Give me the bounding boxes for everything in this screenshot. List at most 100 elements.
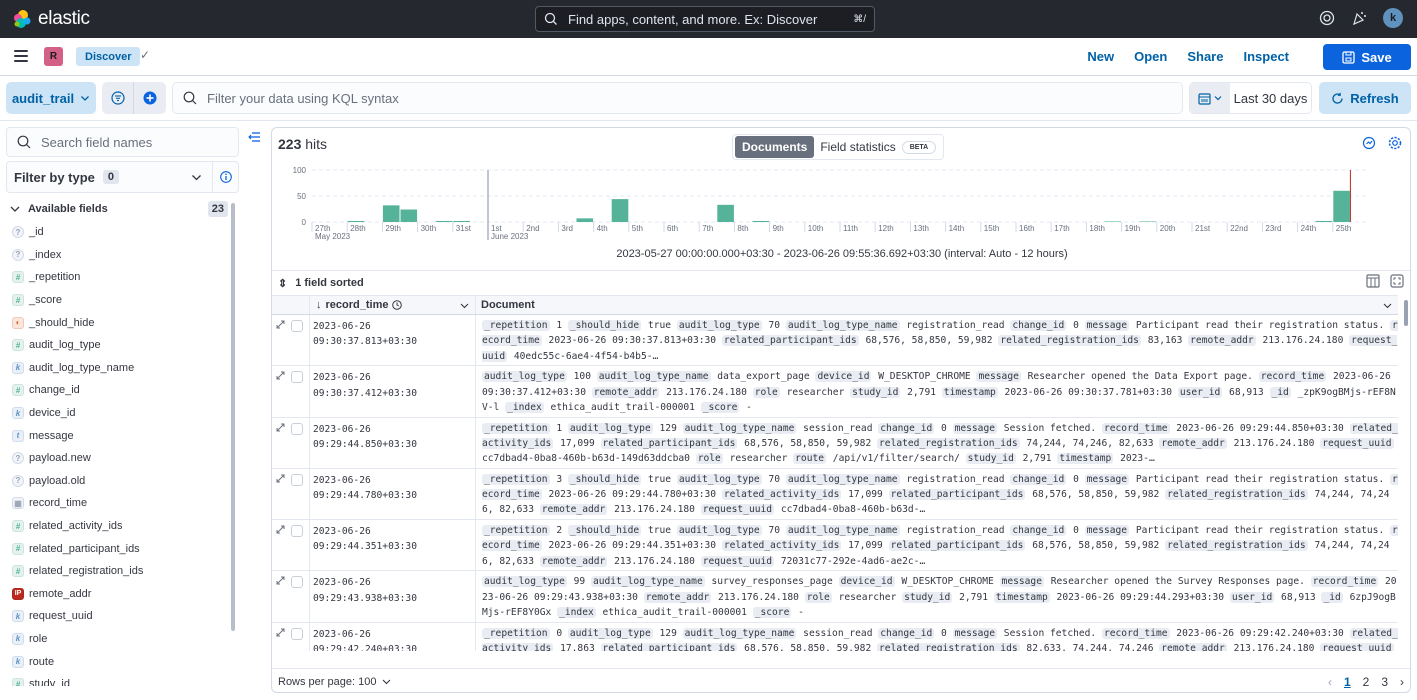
reset-chart-icon[interactable] <box>1362 136 1376 150</box>
chevron-down-icon[interactable] <box>460 301 469 310</box>
sort-control[interactable]: ⇕ 1 field sorted <box>272 270 1410 295</box>
row-checkbox[interactable] <box>291 576 303 589</box>
date-range-value[interactable]: Last 30 days <box>1230 83 1311 113</box>
space-avatar[interactable]: R <box>44 47 63 66</box>
field-item[interactable]: ? payload.old <box>12 470 227 493</box>
tab-field-statistics[interactable]: Field statistics <box>814 140 901 154</box>
histogram-chart[interactable]: 05010027th 28th 29th 30th 31st 1st 2nd 3rd 4th 5t… <box>272 158 1411 248</box>
available-fields-header[interactable]: Available fields 23 <box>10 201 228 217</box>
page-3-button[interactable]: 3 <box>1381 675 1388 689</box>
table-row[interactable]: 2023-06-26 09:29:44.351+03:30 _repetition … <box>272 520 1398 572</box>
help-icon[interactable] <box>1319 10 1335 26</box>
expand-icon[interactable] <box>276 576 285 585</box>
page-2-button[interactable]: 2 <box>1363 675 1370 689</box>
histogram-bar[interactable] <box>1315 220 1333 222</box>
new-button[interactable]: New <box>1087 49 1114 64</box>
field-item[interactable]: # related_participant_ids <box>12 537 227 560</box>
table-row[interactable]: 2023-06-26 09:30:37.412+03:30 audit_log_ty… <box>272 366 1398 418</box>
field-item[interactable]: # related_activity_ids <box>12 515 227 538</box>
field-item[interactable]: IP remote_addr <box>12 583 227 606</box>
date-picker[interactable]: Last 30 days <box>1189 82 1312 114</box>
field-item[interactable]: k role <box>12 628 227 651</box>
fullscreen-icon[interactable] <box>1390 274 1404 288</box>
open-button[interactable]: Open <box>1134 49 1167 64</box>
histogram-bar[interactable] <box>576 218 594 222</box>
field-item[interactable]: ▦ record_time <box>12 492 227 515</box>
field-item[interactable]: ? _id <box>12 221 227 244</box>
info-button[interactable] <box>212 162 238 192</box>
field-item[interactable]: # related_registration_ids <box>12 560 227 583</box>
expand-icon[interactable] <box>276 320 285 329</box>
column-header-document[interactable]: Document <box>476 296 1398 314</box>
histogram-bar[interactable] <box>453 220 470 222</box>
sidebar-scrollbar[interactable] <box>231 203 235 631</box>
table-row[interactable]: 2023-06-26 09:29:42.240+03:30 _repetition … <box>272 622 1398 651</box>
column-header-record-time[interactable]: ↓ record_time <box>310 296 476 314</box>
histogram-bar[interactable] <box>1139 221 1157 222</box>
table-row[interactable]: 2023-06-26 09:30:37.813+03:30 _repetition … <box>272 315 1398 367</box>
field-item[interactable]: # change_id <box>12 379 227 402</box>
histogram-bar[interactable] <box>1333 190 1350 222</box>
global-search-input[interactable]: Find apps, content, and more. Ex: Discov… <box>535 6 875 32</box>
histogram-bar[interactable] <box>752 220 770 222</box>
row-checkbox[interactable] <box>291 320 303 332</box>
filter-by-type[interactable]: Filter by type 0 <box>6 161 239 193</box>
chevron-down-icon[interactable] <box>382 677 391 686</box>
field-item[interactable]: # _repetition <box>12 266 227 289</box>
inspect-button[interactable]: Inspect <box>1243 49 1289 64</box>
quick-select-button[interactable] <box>1190 83 1230 113</box>
news-feed-icon[interactable] <box>1351 10 1367 26</box>
table-row[interactable]: 2023-06-26 09:29:43.938+03:30 audit_log_ty… <box>272 571 1398 623</box>
expand-icon[interactable] <box>276 628 285 637</box>
histogram-bar[interactable] <box>1104 221 1122 222</box>
histogram-bar[interactable] <box>717 204 734 222</box>
gear-icon[interactable] <box>1388 136 1402 150</box>
refresh-button[interactable]: Refresh <box>1319 82 1411 114</box>
field-item[interactable]: # audit_log_type <box>12 334 227 357</box>
filter-menu-button[interactable] <box>102 82 134 114</box>
row-checkbox[interactable] <box>291 525 303 538</box>
row-checkbox[interactable] <box>291 473 303 486</box>
tab-documents[interactable]: Documents <box>735 136 815 158</box>
save-button[interactable]: Save <box>1323 44 1411 70</box>
table-row[interactable]: 2023-06-26 09:29:44.780+03:30 _repetition … <box>272 468 1398 521</box>
row-checkbox[interactable] <box>291 627 303 640</box>
breadcrumb-discover[interactable]: Discover <box>76 47 141 66</box>
field-item[interactable]: k route <box>12 650 227 673</box>
expand-icon[interactable] <box>276 423 285 432</box>
kql-query-input[interactable]: Filter your data using KQL syntax <box>172 82 1183 114</box>
rows-per-page-button[interactable]: Rows per page: 100 <box>278 676 376 688</box>
row-checkbox[interactable] <box>291 371 303 384</box>
histogram-bar[interactable] <box>382 205 400 222</box>
elastic-logo[interactable]: elastic <box>12 8 90 30</box>
field-item[interactable]: # _score <box>12 289 227 312</box>
field-item[interactable]: k request_uuid <box>12 605 227 628</box>
column-density-icon[interactable] <box>1366 274 1380 288</box>
prev-page-button[interactable]: ‹ <box>1328 675 1332 689</box>
expand-icon[interactable] <box>276 525 285 534</box>
histogram-bar[interactable] <box>400 209 418 222</box>
table-scrollbar[interactable] <box>1404 300 1408 326</box>
expand-icon[interactable] <box>276 474 285 483</box>
next-page-button[interactable]: › <box>1400 675 1404 689</box>
table-row[interactable]: 2023-06-26 09:29:44.850+03:30 _repetition … <box>272 417 1398 469</box>
menu-icon[interactable] <box>14 50 28 65</box>
user-avatar[interactable]: k <box>1383 8 1403 28</box>
histogram-bar[interactable] <box>435 220 453 222</box>
field-item[interactable]: ? payload.new <box>12 447 227 470</box>
histogram-bar[interactable] <box>347 220 365 222</box>
data-view-picker[interactable]: audit_trail <box>6 82 96 114</box>
histogram-bar[interactable] <box>611 199 629 222</box>
row-checkbox[interactable] <box>291 422 303 435</box>
share-button[interactable]: Share <box>1187 49 1223 64</box>
chevron-down-icon[interactable] <box>1383 301 1392 310</box>
expand-icon[interactable] <box>276 371 285 380</box>
field-item[interactable]: ? _index <box>12 244 227 267</box>
page-1-button[interactable]: 1 <box>1344 675 1351 689</box>
field-item[interactable]: k audit_log_type_name <box>12 357 227 380</box>
field-item[interactable]: ◐ _should_hide <box>12 311 227 334</box>
field-item[interactable]: k device_id <box>12 402 227 425</box>
add-filter-button[interactable] <box>134 82 166 114</box>
field-item[interactable]: # study_id <box>12 673 227 686</box>
collapse-sidebar-button[interactable] <box>248 131 260 145</box>
